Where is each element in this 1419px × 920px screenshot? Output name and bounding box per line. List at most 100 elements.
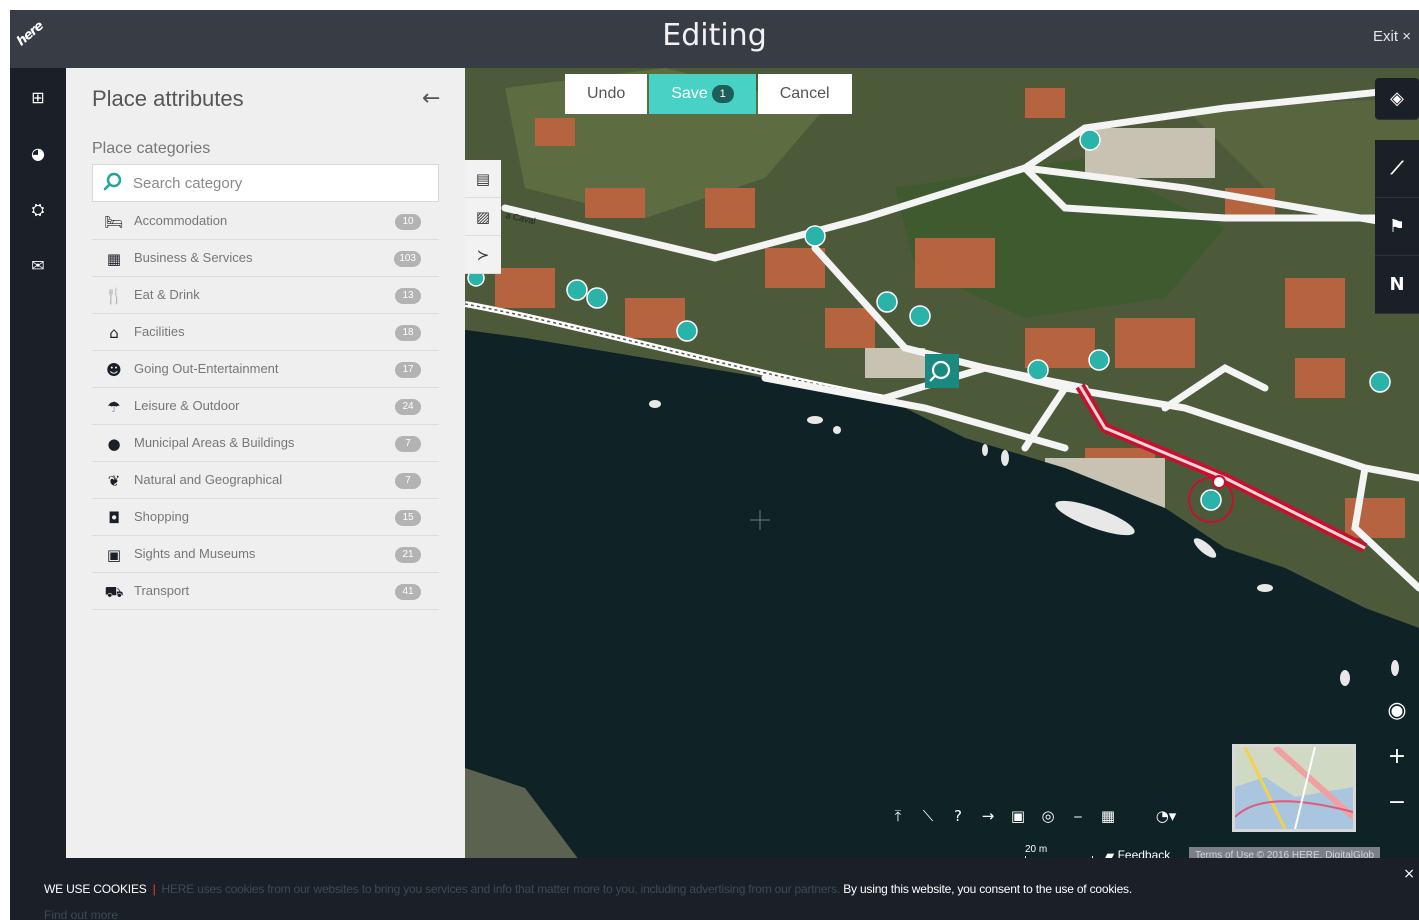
category-icon: 🍴 [104,287,124,305]
category-count-badge: 17 [395,362,421,378]
qr-icon[interactable]: ▦ [1097,804,1119,828]
category-label: Transport [134,583,190,598]
category-list: 🛏 Accommodation 10 ▦ Business & Services 103 🍴… [92,203,439,610]
scale-label: 20 m [1025,844,1048,855]
community-icon[interactable]: ⛭ [26,198,50,222]
cookie-consent: By using this website, you consent to th… [843,882,1132,896]
exit-label: Exit [1373,28,1399,45]
category-icon: 🛏 [104,213,124,231]
save-label: Save [671,85,708,102]
category-icon: ☂ [107,398,121,416]
category-label: Shopping [134,509,189,524]
draw-line-icon[interactable]: ⟍ [917,804,939,828]
category-label: Facilities [134,324,185,339]
category-label: Business & Services [134,250,253,265]
cookie-text: WE USE COOKIES | HERE uses cookies from ou… [44,882,1404,896]
minimap[interactable] [1232,744,1356,832]
locate-icon[interactable]: ◉ [1375,688,1419,734]
back-arrow-icon[interactable]: ← [422,86,440,111]
direction-icon[interactable]: → [977,804,999,828]
category-count-badge: 10 [395,214,421,230]
category-label: Accommodation [134,213,228,228]
cookie-close-icon[interactable]: × [1403,866,1415,882]
map-view[interactable]: a Caval Undo Save 1 Cancel ▤ ▨ ≻ ◈ ⟋ ⚑ N… [465,68,1419,868]
category-icon: ⛟ [104,583,124,601]
category-label: Municipal Areas & Buildings [134,435,295,450]
add-place-icon[interactable]: ⚑ [1375,198,1419,256]
add-photo-icon[interactable]: ▨ [465,198,501,236]
category-item[interactable]: ⛟ Transport 41 [92,573,439,610]
close-icon: × [1402,28,1411,45]
categories-label: Place categories [92,140,211,157]
category-icon: ▣ [106,546,122,564]
category-label: Natural and Geographical [134,472,283,487]
category-item[interactable]: ☻ Going Out-Entertainment 17 [92,351,439,388]
layers-icon[interactable]: ◈ [1375,78,1419,120]
cookie-description: HERE uses cookies from our websites to b… [161,882,841,896]
category-item[interactable]: 🍴 Eat & Drink 13 [92,277,439,314]
panel-title: Place attributes [92,86,244,111]
save-button[interactable]: Save 1 [649,74,756,114]
category-item[interactable]: ● Municipal Areas & Buildings 7 [92,425,439,462]
undo-button[interactable]: Undo [565,74,648,114]
category-icon: ⌂ [109,324,119,342]
category-item[interactable]: ⌂ Facilities 18 [92,314,439,351]
category-label: Sights and Museums [134,546,256,561]
category-count-badge: 103 [394,251,421,267]
zoom-out-button[interactable]: − [1375,780,1419,826]
zoom-in-button[interactable]: + [1375,734,1419,780]
category-icon: ◘ [108,509,120,527]
pie-icon[interactable]: ◕ [26,142,50,166]
map-left-tools: ▤ ▨ ≻ [465,160,501,274]
upload-icon[interactable]: ⤒ [887,804,909,828]
category-icon: ● [107,435,121,453]
category-item[interactable]: ▦ Business & Services 103 [92,240,439,277]
category-item[interactable]: 🛏 Accommodation 10 [92,203,439,240]
app-frame: here Editing Exit × ⊞ ◕ ⛭ ✉ Place attrib… [10,10,1419,920]
exit-button[interactable]: Exit × [1373,28,1411,45]
category-item[interactable]: ▣ Sights and Museums 21 [92,536,439,573]
category-item[interactable]: ◘ Shopping 15 [92,499,439,536]
category-item[interactable]: ☂ Leisure & Outdoor 24 [92,388,439,425]
grid-icon[interactable]: ⊞ [26,86,50,110]
add-address-icon[interactable]: N [1375,256,1419,314]
split-icon[interactable]: ≻ [465,236,501,274]
category-label: Eat & Drink [134,287,200,302]
place-attributes-panel: Place attributes ← Place categories 🛏 Acc… [66,68,465,868]
category-icon: ❦ [107,472,121,490]
cookie-banner: WE USE COOKIES | HERE uses cookies from ou… [10,858,1419,920]
top-bar: here Editing Exit × [10,10,1419,68]
search-category-input[interactable] [133,171,423,195]
category-count-badge: 24 [395,399,421,415]
map-right-tools: ◈ ⟋ ⚑ N [1375,78,1419,314]
category-count-badge: 7 [395,473,421,489]
category-count-badge: 41 [395,584,421,600]
cancel-button[interactable]: Cancel [757,74,852,114]
help-icon[interactable]: ? [947,804,969,828]
ruler-icon[interactable]: ⎯ [1067,804,1089,828]
category-count-badge: 21 [395,547,421,563]
edit-toolbar: Undo Save 1 Cancel [565,74,852,114]
cookie-title: WE USE COOKIES [44,882,147,896]
find-out-more-link[interactable]: Find out more [44,908,118,920]
category-label: Leisure & Outdoor [134,398,240,413]
comments-icon[interactable]: ▤ [465,160,501,198]
mail-icon[interactable]: ✉ [26,254,50,278]
save-count-badge: 1 [711,85,734,103]
add-road-icon[interactable]: ⟋ [1375,140,1419,198]
category-count-badge: 7 [395,436,421,452]
category-label: Going Out-Entertainment [134,361,279,376]
category-icon: ▦ [106,250,122,268]
settings-dropdown-icon[interactable]: ◔▾ [1155,804,1177,828]
category-count-badge: 13 [395,288,421,304]
search-icon [103,172,122,191]
minimap-canvas[interactable] [1235,747,1353,829]
category-icon: ☻ [106,361,122,379]
speed-icon[interactable]: ◎ [1037,804,1059,828]
map-bottom-tools: ⤒ ⟍ ? → ▣ ◎ ⎯ ▦ ◔▾ [887,804,1177,832]
zoom-controls: ◉ + − [1375,688,1419,826]
page-title: Editing [662,18,767,53]
cookie-separator: | [152,882,156,896]
lock-icon[interactable]: ▣ [1007,804,1029,828]
category-item[interactable]: ❦ Natural and Geographical 7 [92,462,439,499]
